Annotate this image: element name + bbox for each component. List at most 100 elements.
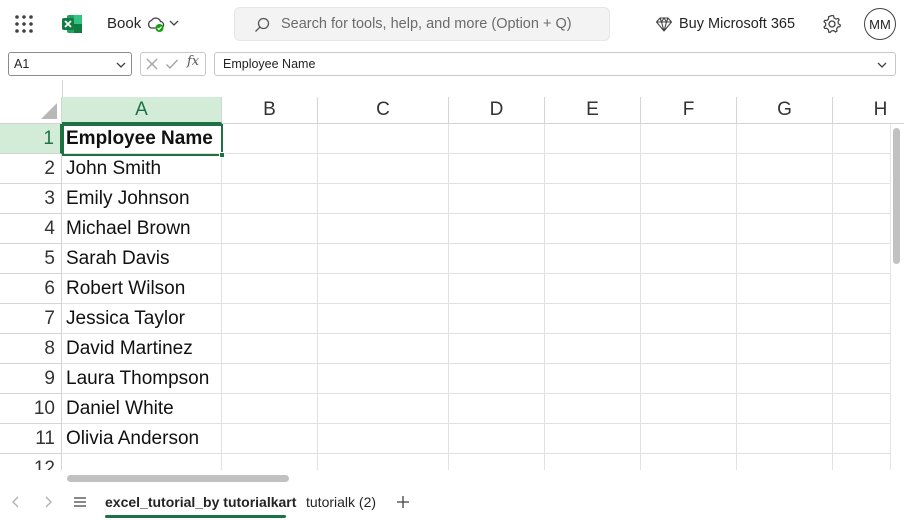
column-header-c[interactable]: C [318, 97, 449, 124]
cell-b7[interactable] [222, 304, 318, 334]
cell-g10[interactable] [737, 394, 833, 424]
formula-input[interactable]: Employee Name [214, 52, 896, 76]
cell-c2[interactable] [318, 154, 449, 184]
cell-a3[interactable]: Emily Johnson [62, 184, 222, 214]
cell-e5[interactable] [545, 244, 641, 274]
fill-handle[interactable] [219, 152, 225, 158]
workbook-name[interactable]: Book [107, 15, 141, 32]
chevron-right-icon[interactable] [41, 495, 55, 509]
cell-c1[interactable] [318, 124, 449, 154]
cell-b8[interactable] [222, 334, 318, 364]
cell-e2[interactable] [545, 154, 641, 184]
cell-f4[interactable] [641, 214, 737, 244]
cell-c12[interactable] [318, 454, 449, 470]
cell-d3[interactable] [449, 184, 545, 214]
cell-a12[interactable] [62, 454, 222, 470]
column-header-h[interactable]: H [833, 97, 904, 124]
cell-f5[interactable] [641, 244, 737, 274]
check-icon[interactable] [165, 57, 179, 71]
cell-d9[interactable] [449, 364, 545, 394]
select-all-button[interactable] [0, 97, 62, 124]
cell-b6[interactable] [222, 274, 318, 304]
cell-d8[interactable] [449, 334, 545, 364]
column-header-e[interactable]: E [545, 97, 641, 124]
buy-microsoft-365-button[interactable]: Buy Microsoft 365 [655, 14, 795, 34]
cell-c7[interactable] [318, 304, 449, 334]
chevron-down-icon[interactable] [876, 59, 888, 71]
cell-d2[interactable] [449, 154, 545, 184]
cell-c10[interactable] [318, 394, 449, 424]
cell-f2[interactable] [641, 154, 737, 184]
cell-a6[interactable]: Robert Wilson [62, 274, 222, 304]
waffle-icon[interactable] [14, 14, 34, 34]
row-header-3[interactable]: 3 [0, 184, 62, 214]
cell-b10[interactable] [222, 394, 318, 424]
column-header-g[interactable]: G [737, 97, 833, 124]
cell-e4[interactable] [545, 214, 641, 244]
column-header-d[interactable]: D [449, 97, 545, 124]
cell-f12[interactable] [641, 454, 737, 470]
cell-e9[interactable] [545, 364, 641, 394]
row-header-4[interactable]: 4 [0, 214, 62, 244]
cell-e10[interactable] [545, 394, 641, 424]
cell-g3[interactable] [737, 184, 833, 214]
chevron-down-icon[interactable] [115, 59, 127, 71]
cell-c8[interactable] [318, 334, 449, 364]
cell-d11[interactable] [449, 424, 545, 454]
cell-f8[interactable] [641, 334, 737, 364]
horizontal-scroll-thumb[interactable] [67, 475, 289, 482]
spreadsheet-grid[interactable]: A B C D E F G H 1 Employee Name 2 John Smith 3 Emily … [0, 80, 904, 470]
cell-c9[interactable] [318, 364, 449, 394]
name-box[interactable]: A1 [8, 52, 132, 76]
cell-a5[interactable]: Sarah Davis [62, 244, 222, 274]
row-header-6[interactable]: 6 [0, 274, 62, 304]
sheet-tab[interactable]: tutorialk (2) [306, 494, 376, 510]
cell-a8[interactable]: David Martinez [62, 334, 222, 364]
cell-a9[interactable]: Laura Thompson [62, 364, 222, 394]
cancel-icon[interactable] [145, 57, 159, 71]
cell-e3[interactable] [545, 184, 641, 214]
chevron-down-icon[interactable] [168, 17, 180, 29]
cell-e6[interactable] [545, 274, 641, 304]
cell-e8[interactable] [545, 334, 641, 364]
cell-g1[interactable] [737, 124, 833, 154]
search-box[interactable]: Search for tools, help, and more (Option… [234, 7, 610, 41]
row-header-8[interactable]: 8 [0, 334, 62, 364]
cell-a2[interactable]: John Smith [62, 154, 222, 184]
cell-c6[interactable] [318, 274, 449, 304]
all-sheets-menu-icon[interactable] [73, 495, 87, 509]
sheet-tab-active[interactable]: excel_tutorial_by tutorialkart [105, 494, 296, 510]
cell-d7[interactable] [449, 304, 545, 334]
cell-g5[interactable] [737, 244, 833, 274]
cell-g7[interactable] [737, 304, 833, 334]
cell-e1[interactable] [545, 124, 641, 154]
avatar[interactable]: MM [864, 8, 896, 40]
cell-d1[interactable] [449, 124, 545, 154]
column-header-f[interactable]: F [641, 97, 737, 124]
cell-c5[interactable] [318, 244, 449, 274]
cell-f11[interactable] [641, 424, 737, 454]
cell-f7[interactable] [641, 304, 737, 334]
column-header-b[interactable]: B [222, 97, 318, 124]
cell-a4[interactable]: Michael Brown [62, 214, 222, 244]
cell-a11[interactable]: Olivia Anderson [62, 424, 222, 454]
cell-g12[interactable] [737, 454, 833, 470]
cell-f9[interactable] [641, 364, 737, 394]
cell-d6[interactable] [449, 274, 545, 304]
gear-icon[interactable] [821, 13, 843, 35]
cell-e11[interactable] [545, 424, 641, 454]
column-header-a[interactable]: A [62, 97, 222, 124]
cell-c11[interactable] [318, 424, 449, 454]
cloud-sync-icon[interactable] [146, 14, 166, 34]
cell-b9[interactable] [222, 364, 318, 394]
row-header-11[interactable]: 11 [0, 424, 62, 454]
insert-function-button[interactable]: fx [187, 54, 199, 69]
vertical-scroll-thumb[interactable] [893, 128, 900, 264]
row-header-7[interactable]: 7 [0, 304, 62, 334]
cell-g9[interactable] [737, 364, 833, 394]
cell-g6[interactable] [737, 274, 833, 304]
cell-d10[interactable] [449, 394, 545, 424]
cell-e7[interactable] [545, 304, 641, 334]
cell-c4[interactable] [318, 214, 449, 244]
cell-a7[interactable]: Jessica Taylor [62, 304, 222, 334]
